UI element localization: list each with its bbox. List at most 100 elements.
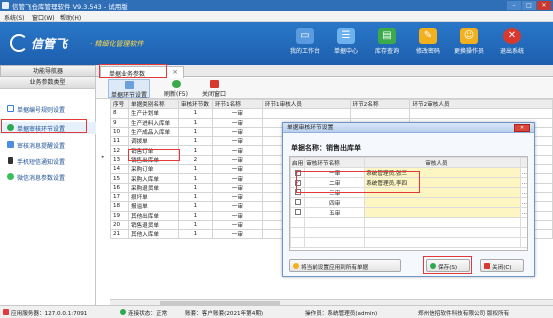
maximize-button[interactable]: □: [522, 1, 536, 10]
table-cell[interactable]: 9: [110, 117, 129, 128]
menu-window[interactable]: 窗口(W): [32, 13, 55, 22]
table-cell[interactable]: 12: [110, 145, 129, 156]
close-dialog-button[interactable]: 关闭(C): [480, 259, 524, 272]
table-cell[interactable]: 一审: [211, 145, 263, 156]
table-cell[interactable]: 1: [177, 145, 213, 156]
table-cell[interactable]: 损坏单: [127, 191, 179, 203]
apply-all-button[interactable]: 将当前设置应用到所有单据: [289, 259, 401, 272]
table-cell[interactable]: 其他出库单: [127, 210, 179, 221]
sidebar-item-sms[interactable]: 手机短信通知设置: [0, 155, 96, 167]
table-cell[interactable]: 10: [110, 126, 129, 138]
table-cell[interactable]: 1: [177, 210, 213, 221]
table-cell[interactable]: 一审: [211, 126, 263, 138]
toolbar-documents-button[interactable]: ☰ 单据中心: [326, 25, 366, 63]
table-cell[interactable]: 生产成品入库单: [127, 126, 179, 138]
table-cell[interactable]: 采购订单: [127, 164, 179, 175]
table-cell[interactable]: [261, 108, 351, 119]
toolbar-workbench-button[interactable]: ▭ 我的工作台: [285, 25, 325, 63]
table-cell[interactable]: 1: [177, 173, 213, 184]
menu-system[interactable]: 系统(S): [4, 13, 25, 22]
table-cell[interactable]: 2: [177, 154, 213, 166]
toolbar-inventory-button[interactable]: ▤ 库存查询: [367, 25, 407, 63]
table-cell[interactable]: 调拨单: [127, 136, 179, 147]
approver-field[interactable]: [364, 197, 521, 208]
table-cell[interactable]: 1: [177, 229, 213, 240]
table-cell[interactable]: 生产进料入库单: [127, 117, 179, 128]
stage-row[interactable]: 四审...: [290, 197, 527, 208]
table-cell[interactable]: 13: [110, 154, 129, 166]
table-cell[interactable]: 一审: [211, 201, 263, 212]
close-window-button[interactable]: ✕: [537, 1, 551, 10]
approver-field[interactable]: [364, 207, 521, 218]
table-cell[interactable]: 1: [177, 182, 213, 193]
table-cell[interactable]: 21: [110, 229, 129, 240]
table-cell[interactable]: 1: [177, 201, 213, 212]
sidebar-item-reminders[interactable]: 审核消息提醒设置: [0, 139, 96, 151]
table-cell[interactable]: 17: [110, 191, 129, 203]
column-header[interactable]: 环节2审核人员: [409, 99, 553, 110]
stage-settings-button[interactable]: 单据环节设置: [108, 79, 150, 99]
column-header[interactable]: 环节2名称: [349, 99, 411, 110]
menu-help[interactable]: 帮助(H): [60, 13, 81, 22]
table-cell[interactable]: 18: [110, 201, 129, 212]
table-cell[interactable]: 一审: [211, 136, 263, 147]
enable-checkbox[interactable]: [294, 198, 301, 205]
table-cell[interactable]: 一审: [211, 191, 263, 203]
stage-row[interactable]: 五审...: [290, 207, 527, 218]
navigator-tab[interactable]: 功能导航器: [0, 65, 96, 77]
table-cell[interactable]: 其他入库单: [127, 229, 179, 240]
column-header[interactable]: 单据类别名称: [127, 99, 179, 110]
table-cell[interactable]: 一审: [211, 229, 263, 240]
table-cell[interactable]: 11: [110, 136, 129, 147]
table-cell[interactable]: 8: [110, 108, 129, 119]
table-cell[interactable]: 一审: [211, 182, 263, 193]
select-approver-button[interactable]: ...: [519, 207, 527, 218]
table-cell[interactable]: 一审: [211, 108, 263, 119]
table-cell[interactable]: 一审: [211, 117, 263, 128]
select-approver-button[interactable]: ...: [519, 187, 527, 198]
table-cell[interactable]: 一审: [211, 210, 263, 221]
table-cell[interactable]: [349, 108, 411, 119]
table-cell[interactable]: 20: [110, 219, 129, 231]
sidebar-item-wechat[interactable]: 微信消息参数设置: [0, 171, 96, 183]
close-tab-icon[interactable]: ×: [172, 68, 178, 76]
table-cell[interactable]: 1: [177, 117, 213, 128]
table-cell[interactable]: 报溢单: [127, 201, 179, 212]
table-row[interactable]: 8 生产计划单 1 一审: [110, 108, 553, 119]
column-header[interactable]: 环节1审核人员: [261, 99, 351, 110]
table-cell[interactable]: 1: [177, 164, 213, 175]
table-cell[interactable]: 采购退货单: [127, 182, 179, 193]
sidebar-item-numbering[interactable]: 单据编号规则设置: [0, 103, 96, 115]
toolbar-exit-button[interactable]: ✕ 退出系统: [492, 25, 532, 63]
refresh-button[interactable]: 刷新(F5): [162, 79, 190, 98]
toolbar-password-button[interactable]: ✎ 修改密码: [408, 25, 448, 63]
table-cell[interactable]: 一审: [211, 164, 263, 175]
table-cell[interactable]: 一审: [211, 173, 263, 184]
table-cell[interactable]: 销售退货单: [127, 219, 179, 231]
select-approver-button[interactable]: ...: [519, 177, 527, 188]
table-cell[interactable]: 1: [177, 191, 213, 203]
table-cell[interactable]: 1: [177, 126, 213, 138]
toolbar-switch-user-button[interactable]: ☺ 更换操作员: [449, 25, 489, 63]
table-cell[interactable]: 15: [110, 173, 129, 184]
table-cell[interactable]: 14: [110, 164, 129, 175]
column-header[interactable]: 审核环节数: [177, 99, 213, 110]
table-cell[interactable]: 1: [177, 108, 213, 119]
table-cell[interactable]: 一审: [211, 154, 263, 166]
table-cell[interactable]: 一审: [211, 219, 263, 231]
enable-checkbox[interactable]: [294, 208, 301, 215]
minimize-button[interactable]: –: [507, 1, 521, 10]
column-header[interactable]: 环节1名称: [211, 99, 263, 110]
select-approver-button[interactable]: ...: [519, 167, 527, 178]
table-cell[interactable]: 16: [110, 182, 129, 193]
table-cell[interactable]: 1: [177, 136, 213, 147]
dialog-close-button[interactable]: ✕: [514, 124, 530, 132]
table-cell[interactable]: [409, 108, 553, 119]
table-cell[interactable]: 生产计划单: [127, 108, 179, 119]
table-cell[interactable]: 采购入库单: [127, 173, 179, 184]
table-cell[interactable]: 19: [110, 210, 129, 221]
select-approver-button[interactable]: ...: [519, 197, 527, 208]
column-header[interactable]: 序号: [110, 99, 129, 110]
close-window-tool-button[interactable]: 关闭窗口: [200, 79, 228, 98]
table-cell[interactable]: 1: [177, 219, 213, 231]
